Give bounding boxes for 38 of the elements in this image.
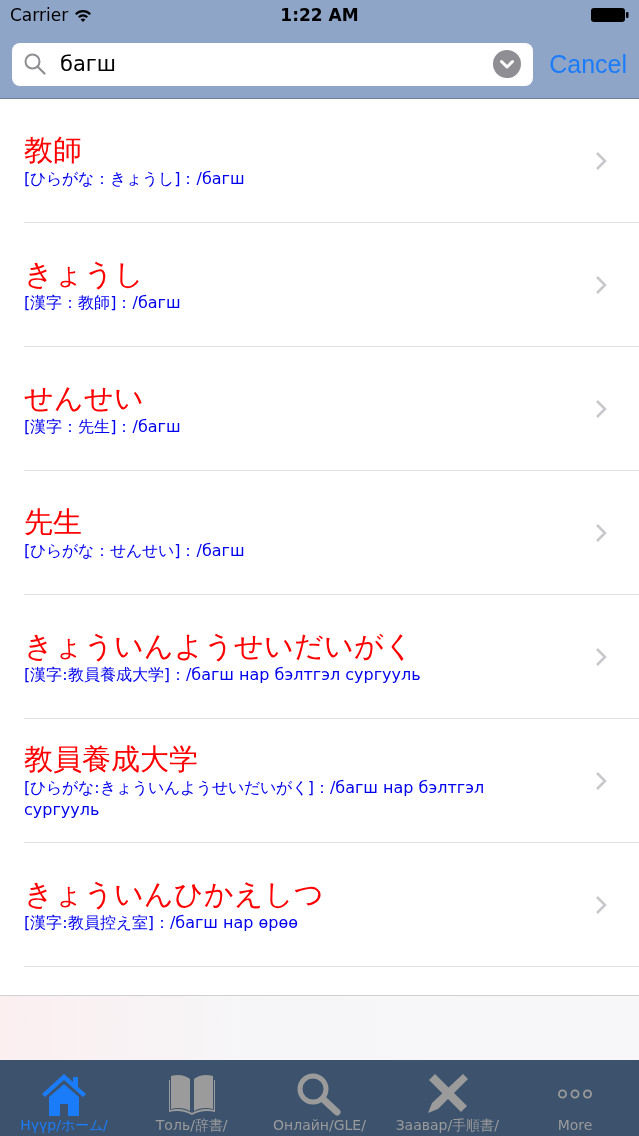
translation: [漢字：教師]：/багш: [24, 291, 182, 314]
headword: 教員養成大学: [24, 740, 199, 777]
translation: [漢字:教員控え室]：/багш нар өрөө: [24, 911, 300, 934]
headword: きょういんようせいだいがく: [24, 627, 415, 664]
magnifier-icon: [295, 1072, 344, 1116]
wifi-icon: [74, 8, 93, 22]
status-time: 1:22 AM: [280, 5, 359, 25]
headword: きょうし: [24, 255, 145, 292]
headword: 先生: [24, 503, 83, 540]
chevron-icon: [595, 274, 607, 295]
translation: [ひらがな：きょうし]：/багш: [24, 167, 246, 190]
headword: きょういんひかえしつ: [24, 875, 325, 912]
chevron-icon: [595, 770, 607, 791]
result-row[interactable]: せんせい [漢字：先生]：/багш: [24, 347, 639, 471]
chevron-icon: [595, 894, 607, 915]
result-row[interactable]: 教員養成大学 [ひらがな:きょういんようせいだいがく]：/багш нар бэлтгэл сургууль: [24, 719, 639, 843]
chevron-icon: [595, 522, 607, 543]
result-row[interactable]: きょうし [漢字：教師]：/багш: [24, 223, 639, 347]
chevron-icon: [595, 150, 607, 171]
headword: せんせい: [24, 379, 145, 416]
headword: 教師: [24, 131, 83, 168]
chevron-icon: [595, 398, 607, 419]
more-icon: [558, 1089, 593, 1099]
book-icon: [167, 1072, 216, 1116]
translation: [ひらがな:きょういんようせいだいがく]：/багш нар бэлтгэл сургууль: [24, 776, 486, 821]
result-row[interactable]: 先生 [ひらがな：せんせい]：/багш: [24, 471, 639, 595]
dropdown-icon[interactable]: [493, 50, 522, 78]
battery-icon: [591, 7, 629, 23]
translation: [ひらがな：せんせい]：/багш: [24, 539, 246, 562]
translation: [漢字：先生]：/багш: [24, 415, 182, 438]
search-field[interactable]: багш: [12, 42, 534, 86]
carrier-label: Carrier: [10, 5, 69, 25]
translation: [漢字:教員養成大学]：/багш нар бэлтгэл сургууль: [24, 663, 422, 686]
search-icon: [24, 53, 46, 75]
result-row[interactable]: きょういんひかえしつ [漢字:教員控え室]：/багш нар өрөө: [24, 843, 639, 967]
result-row[interactable]: きょういんようせいだいがく [漢字:教員養成大学]：/багш нар бэлтгэл сургууль: [24, 595, 639, 719]
result-row[interactable]: 教師 [ひらがな：きょうし]：/багш: [24, 99, 639, 223]
chevron-icon: [595, 646, 607, 667]
